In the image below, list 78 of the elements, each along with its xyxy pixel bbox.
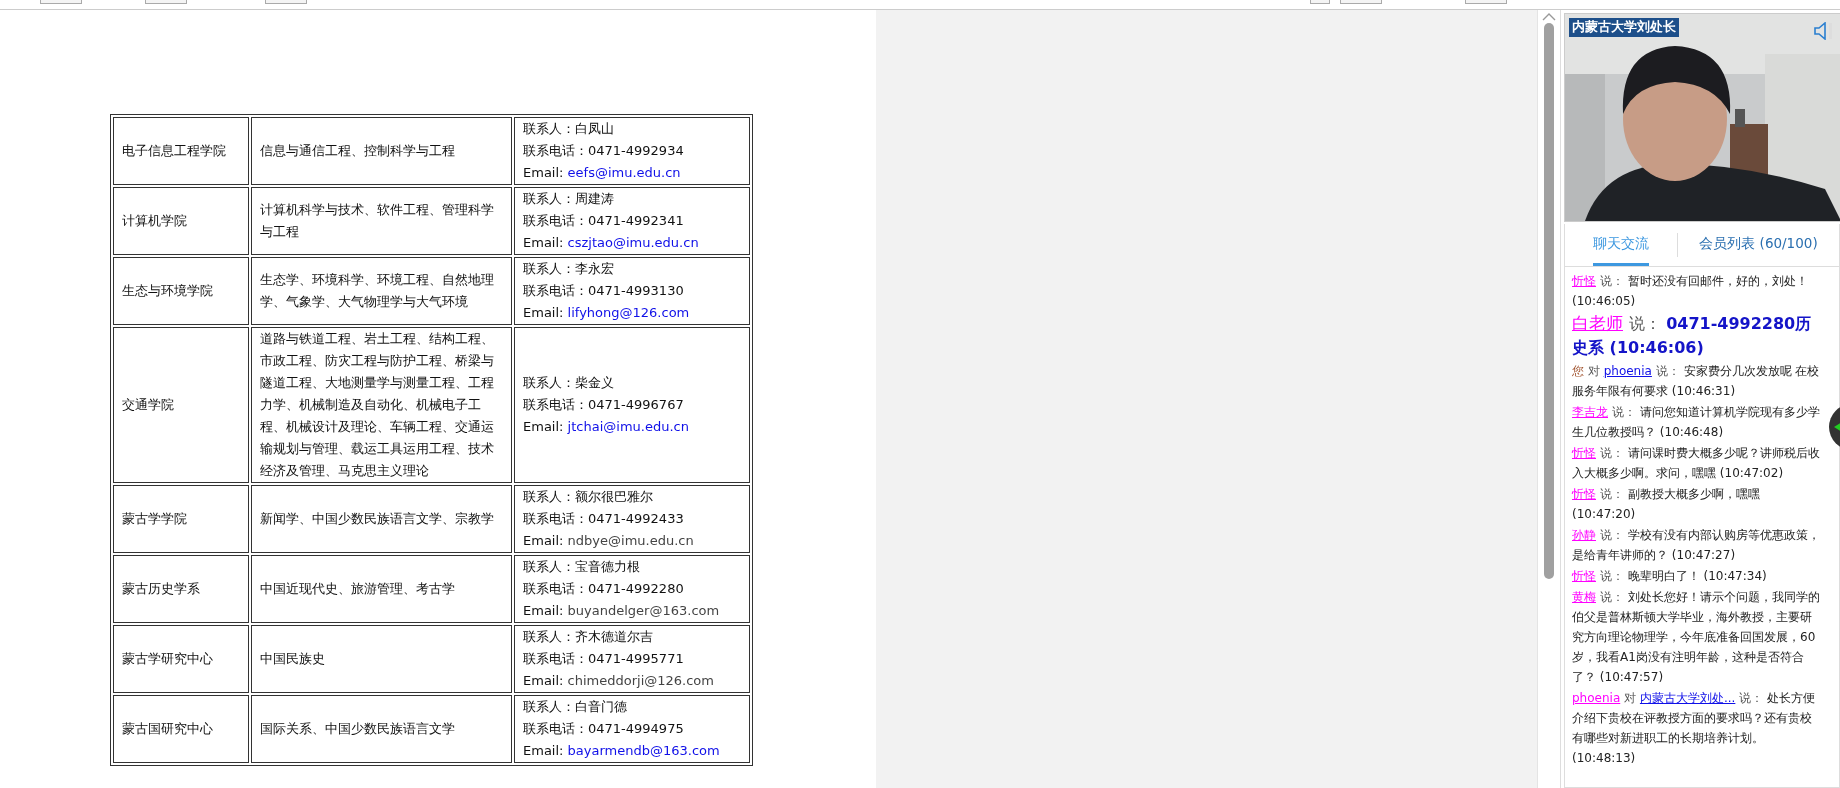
sender-link[interactable]: phoenia — [1572, 691, 1621, 705]
majors-cell: 中国民族史 — [251, 625, 512, 693]
contact-person: 联系人：白凤山 — [523, 120, 615, 138]
toolbar-button[interactable] — [1340, 0, 1382, 4]
toolbar-button[interactable] — [265, 0, 307, 4]
sender-link[interactable]: 黄梅 — [1572, 590, 1596, 604]
email-link[interactable]: lifyhong@126.com — [567, 305, 690, 320]
contact-email: Email: jtchai@imu.edu.cn — [523, 418, 690, 436]
majors-cell: 新闻学、中国少数民族语言文学、宗教学 — [251, 485, 512, 553]
contact-phone: 联系电话：0471-4992341 — [523, 212, 685, 230]
contact-phone: 联系电话：0471-4992934 — [523, 142, 685, 160]
chat-message: 忻怪 说： 晚辈明白了！ (10:47:34) — [1572, 568, 1768, 585]
contact-phone: 联系电话：0471-4993130 — [523, 282, 685, 300]
chat-message: 李吉龙 说： 请问您知道计算机学院现有多少学生几位教授吗？ (10:46:48) — [1572, 404, 1821, 441]
majors-cell: 计算机科学与技术、软件工程、管理科学与工程 — [251, 187, 512, 255]
majors-cell: 生态学、环境科学、环境工程、自然地理学、气象学、大气物理学与大气环境 — [251, 257, 512, 325]
chat-message: phoenia 对 内蒙古大学刘处... 说： 处长方便介绍下贵校在评教授方面的要求吗？还有贵校有哪些对新进职工的长期培养计划。 (10:48:13) — [1572, 690, 1816, 767]
panel-tab[interactable]: 聊天交流 — [1593, 224, 1649, 266]
contact-person: 联系人：齐木德道尔吉 — [523, 628, 654, 646]
recipient-link[interactable]: 内蒙古大学刘处... — [1639, 691, 1736, 705]
recipient-link[interactable]: phoenia — [1603, 364, 1652, 378]
contact-email: Email: ndbye@imu.edu.cn — [523, 532, 695, 550]
scrollbar-thumb[interactable] — [1544, 23, 1554, 579]
sender-link[interactable]: 孙静 — [1572, 528, 1596, 542]
sender-link[interactable]: 李吉龙 — [1572, 405, 1608, 419]
contact-email: Email: cszjtao@imu.edu.cn — [523, 234, 700, 252]
college-cell: 电子信息工程学院 — [113, 117, 249, 185]
contact-email: Email: bayarmendb@163.com — [523, 742, 721, 760]
sender-link[interactable]: 白老师 — [1572, 314, 1623, 333]
chat-message: 忻怪 说： 请问课时费大概多少呢？讲师税后收入大概多少啊。求问，嘿嘿 (10:47:02) — [1572, 445, 1821, 482]
contact-email: Email: chimeddorji@126.com — [523, 672, 715, 690]
college-cell: 蒙古历史学系 — [113, 555, 249, 623]
majors-cell: 信息与通信工程、控制科学与工程 — [251, 117, 512, 185]
contact-person: 联系人：柴金义 — [523, 374, 615, 392]
contact-email: Email: lifyhong@126.com — [523, 304, 691, 322]
scroll-up-icon[interactable] — [1542, 12, 1556, 21]
contact-person: 联系人：周建涛 — [523, 190, 615, 208]
chat-message: 忻怪 说： 副教授大概多少啊，嘿嘿 (10:47:20) — [1572, 486, 1761, 523]
college-cell: 生态与环境学院 — [113, 257, 249, 325]
email-link[interactable]: cszjtao@imu.edu.cn — [567, 235, 699, 250]
email-link[interactable]: eefs@imu.edu.cn — [567, 165, 681, 180]
chat-message: 白老师 说： 0471-4992280历史系 (10:46:06) — [1572, 313, 1813, 359]
contact-phone: 联系电话：0471-4996767 — [523, 396, 685, 414]
majors-cell: 国际关系、中国少数民族语言文学 — [251, 695, 512, 763]
video-title: 内蒙古大学刘处长 — [1569, 18, 1679, 37]
toolbar-button[interactable] — [1465, 0, 1507, 4]
email-link[interactable]: jtchai@imu.edu.cn — [567, 419, 689, 434]
chat-message: 孙静 说： 学校有没有内部认购房等优惠政策，是给青年讲师的？ (10:47:27) — [1572, 527, 1821, 564]
college-cell: 计算机学院 — [113, 187, 249, 255]
sender-link[interactable]: 忻怪 — [1572, 274, 1596, 288]
toolbar-button[interactable] — [145, 0, 187, 4]
contact-person: 联系人：宝音德力根 — [523, 558, 641, 576]
email-link[interactable]: bayarmendb@163.com — [567, 743, 720, 758]
chat-message: 黄梅 说： 刘处长您好！请示个问题，我同学的伯父是普林斯顿大学毕业，海外教授，主要研究方向理论物理学，今年底准备回国发展，60岁，我看A1岗没有注明年龄，这种是否符合了？ (10:47:57) — [1572, 589, 1821, 686]
toolbar-button[interactable] — [40, 0, 82, 4]
contact-person: 联系人：李永宏 — [523, 260, 615, 278]
contact-phone: 联系电话：0471-4992280 — [523, 580, 685, 598]
college-cell: 蒙古国研究中心 — [113, 695, 249, 763]
contact-phone: 联系电话：0471-4994975 — [523, 720, 685, 738]
contact-phone: 联系电话：0471-4995771 — [523, 650, 685, 668]
contact-person: 联系人：额尔很巴雅尔 — [523, 488, 654, 506]
sender-link[interactable]: 忻怪 — [1572, 446, 1596, 460]
contact-email: Email: buyandelger@163.com — [523, 602, 721, 620]
speaker-icon[interactable] — [1813, 22, 1833, 40]
toolbar-button[interactable] — [1310, 0, 1330, 4]
college-cell: 蒙古学研究中心 — [113, 625, 249, 693]
chat-message: 您 对 phoenia 说： 安家费分几次发放呢 在校服务年限有何要求 (10:46:31) — [1572, 363, 1821, 400]
chat-message: 忻怪 说： 暂时还没有回邮件，好的，刘处！ (10:46:05) — [1572, 273, 1809, 310]
college-cell: 蒙古学学院 — [113, 485, 249, 553]
panel-tab[interactable]: 会员列表 (60/100) — [1678, 224, 1839, 266]
sender-link[interactable]: 忻怪 — [1572, 487, 1596, 501]
sender-link[interactable]: 忻怪 — [1572, 569, 1596, 583]
majors-cell: 道路与铁道工程、岩土工程、结构工程、市政工程、防灾工程与防护工程、桥梁与隧道工程、大地测量学与测量工程、工程力学、机械制造及自动化、机械电子工程、机械设计及理论、车辆工程、交通运输规划与管理、载运工具运用工程、技术经济及管理、马克思主义理论 — [251, 327, 512, 483]
college-cell: 交通学院 — [113, 327, 249, 483]
contact-person: 联系人：白音门德 — [523, 698, 628, 716]
contact-phone: 联系电话：0471-4992433 — [523, 510, 685, 528]
majors-cell: 中国近现代史、旅游管理、考古学 — [251, 555, 512, 623]
contact-email: Email: eefs@imu.edu.cn — [523, 164, 682, 182]
